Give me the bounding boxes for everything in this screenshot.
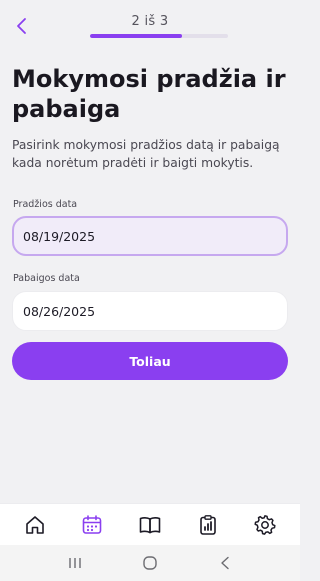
start-date-field[interactable] (12, 216, 288, 256)
progress-bar-fill (90, 34, 183, 38)
gear-icon (254, 514, 276, 535)
nav-item-book[interactable] (134, 509, 166, 541)
nav-item-settings[interactable] (249, 509, 281, 541)
recents-icon (69, 558, 82, 568)
step-indicator: 2 iš 3 (131, 14, 169, 29)
system-home-button[interactable] (136, 549, 164, 577)
home-icon (25, 515, 44, 534)
clipboard-chart-icon (199, 514, 216, 535)
nav-item-progress[interactable] (192, 509, 224, 541)
system-nav-bar (0, 545, 300, 581)
back-arrow-icon (220, 556, 229, 570)
nav-item-home[interactable] (19, 509, 51, 541)
end-date-label: Pabaigos data (13, 273, 80, 284)
next-button[interactable]: Toliau (12, 342, 288, 380)
book-icon (139, 516, 161, 533)
start-date-label: Pradžios data (13, 199, 78, 210)
system-recents-button[interactable] (61, 549, 89, 577)
end-date-field[interactable] (12, 291, 288, 331)
system-back-button[interactable] (211, 549, 239, 577)
calendar-icon (83, 514, 102, 534)
bottom-nav (0, 503, 300, 545)
progress-bar (90, 34, 228, 38)
nav-item-calendar[interactable] (76, 509, 108, 541)
home-circle-icon (143, 556, 157, 570)
page-title: Mokymosi pradžia ir pabaiga (12, 65, 286, 123)
page-description: Pasirink mokymosi pradžios datą ir pabai… (12, 138, 280, 170)
